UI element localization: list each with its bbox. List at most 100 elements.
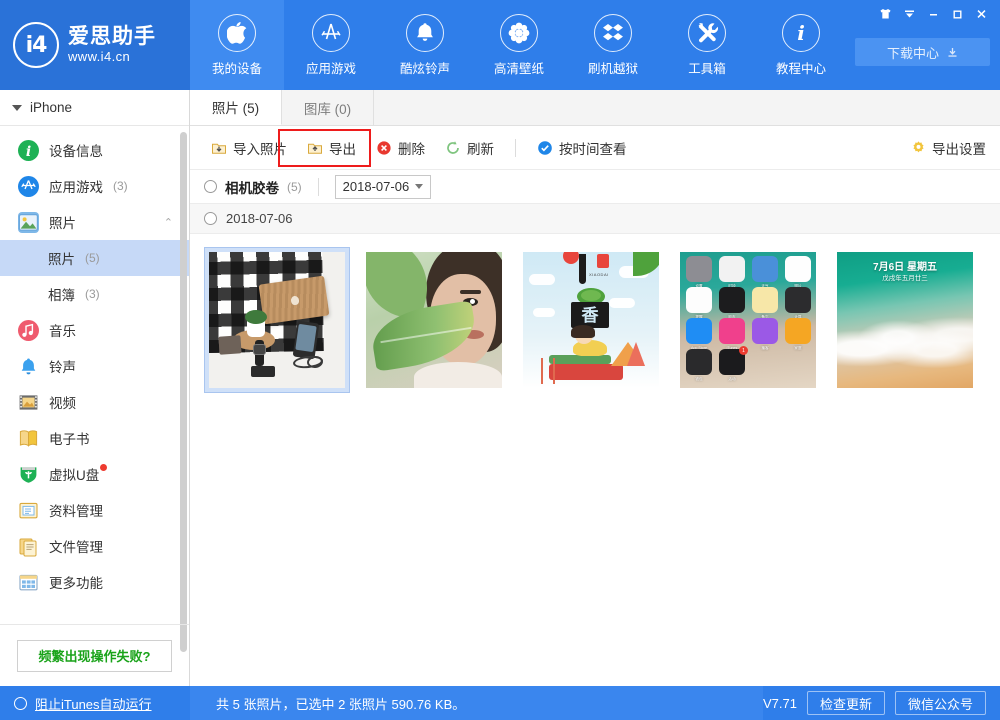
- svg-text:i: i: [797, 22, 805, 44]
- photo-thumbnail: XIAODAI 香: [523, 252, 659, 388]
- ios-app-icon-3: 照片: [785, 256, 811, 282]
- ios-app-caption: 钱包: [686, 377, 712, 382]
- brand-text: 爱思助手 www.i4.cn: [68, 25, 156, 64]
- import-photos-button[interactable]: 导入照片: [202, 133, 296, 163]
- date-group-radio[interactable]: [204, 212, 217, 225]
- ios-app-badge: 1: [739, 346, 748, 355]
- refresh-button[interactable]: 刷新: [436, 133, 503, 163]
- export-button[interactable]: 导出: [298, 133, 365, 163]
- top-nav-label: 应用游戏: [306, 58, 356, 77]
- ios-app-icon-9: iTunes: [719, 318, 745, 344]
- skin-icon[interactable]: [874, 4, 896, 24]
- app-window: i4 爱思助手 www.i4.cn 我的设备应用游戏 酷炫铃声高清壁纸刷机越狱工具…: [0, 0, 1000, 720]
- brand-logo-area: i4 爱思助手 www.i4.cn: [0, 0, 190, 90]
- ios-app-icon-2: 天气: [752, 256, 778, 282]
- sidebar-item-8[interactable]: 电子书: [0, 420, 189, 456]
- status-summary: 共 5 张照片，已选中 2 张照片 590.76 KB。: [190, 686, 763, 720]
- sidebar-item-0[interactable]: i设备信息: [0, 132, 189, 168]
- delete-button[interactable]: 删除: [367, 133, 434, 163]
- sidebar-item-7[interactable]: 视频: [0, 384, 189, 420]
- photo-cell-desk-flatlay[interactable]: [204, 247, 350, 393]
- book-icon: [18, 428, 39, 449]
- top-nav-item-4[interactable]: 刷机越狱: [566, 0, 660, 90]
- top-nav-item-6[interactable]: i 教程中心: [754, 0, 848, 90]
- sidebar-item-label: 资料管理: [49, 500, 103, 520]
- photo-cell-ios-beach-wallpaper[interactable]: 7月6日 星期五 戊戌年五月廿三: [832, 247, 978, 393]
- view-by-time-button[interactable]: 按时间查看: [528, 133, 636, 163]
- ios-app-icon-13: 活动1: [719, 349, 745, 375]
- photo-thumbnail: [209, 252, 345, 388]
- device-header[interactable]: iPhone: [0, 90, 189, 126]
- photo-cell-girl-with-leaf[interactable]: [361, 247, 507, 393]
- close-icon[interactable]: [970, 4, 992, 24]
- sidebar-item-10[interactable]: 资料管理: [0, 492, 189, 528]
- delete-label: 删除: [398, 138, 425, 158]
- grid-more-icon: [18, 572, 39, 593]
- photo5-lunar-text: 戊戌年五月廿三: [837, 272, 973, 282]
- sidebar-item-2[interactable]: 照片⌃: [0, 204, 189, 240]
- sidebar-item-3[interactable]: 照片(5): [0, 240, 189, 276]
- top-nav-item-3[interactable]: 高清壁纸: [472, 0, 566, 90]
- date-group-label: 2018-07-06: [226, 211, 293, 226]
- sidebar-footer: 频繁出现操作失败?: [0, 624, 189, 686]
- ios-app-caption: 活动: [719, 377, 745, 382]
- download-center-button[interactable]: 下载中心: [855, 38, 990, 66]
- sidebar-item-label: 照片: [48, 248, 75, 268]
- ringtone-icon: [18, 356, 39, 377]
- top-nav: 我的设备应用游戏 酷炫铃声高清壁纸刷机越狱工具箱 i 教程中心: [190, 0, 848, 90]
- sidebar-nav-list: i设备信息应用游戏(3)照片⌃照片(5)相簿(3)音乐铃声视频电子书虚拟U盘资料…: [0, 126, 189, 641]
- sidebar-item-9[interactable]: 虚拟U盘: [0, 456, 189, 492]
- sidebar-item-label: 电子书: [49, 428, 90, 448]
- photo-cell-ios-home-screen[interactable]: 设置时钟天气照片提醒股市备忘计算App StoreiTunes播客家庭钱包活动1: [675, 247, 821, 393]
- sidebar-item-label: 虚拟U盘: [49, 464, 99, 484]
- wechat-button[interactable]: 微信公众号: [895, 691, 986, 715]
- top-bar: i4 爱思助手 www.i4.cn 我的设备应用游戏 酷炫铃声高清壁纸刷机越狱工具…: [0, 0, 1000, 90]
- top-nav-item-1[interactable]: 应用游戏: [284, 0, 378, 90]
- tab-1[interactable]: 图库 (0): [282, 90, 374, 125]
- top-nav-item-2[interactable]: 酷炫铃声: [378, 0, 472, 90]
- camera-roll-label: 相机胶卷: [225, 177, 279, 197]
- device-name: iPhone: [30, 100, 72, 115]
- sidebar-item-6[interactable]: 铃声: [0, 348, 189, 384]
- top-nav-label: 教程中心: [776, 58, 826, 77]
- sidebar-item-11[interactable]: 文件管理: [0, 528, 189, 564]
- photo-cell-summer-illustration[interactable]: XIAODAI 香: [518, 247, 664, 393]
- date-select[interactable]: 2018-07-06: [335, 175, 431, 199]
- camera-roll-count: (5): [287, 180, 302, 194]
- radio-icon[interactable]: [14, 697, 27, 710]
- brand-name: 爱思助手: [68, 25, 156, 49]
- help-button[interactable]: 频繁出现操作失败?: [17, 640, 172, 672]
- toolbar-divider: [515, 139, 516, 157]
- export-settings-button[interactable]: 导出设置: [911, 138, 986, 158]
- music-icon: [18, 320, 39, 341]
- download-center-label: 下载中心: [887, 43, 939, 62]
- tab-0[interactable]: 照片 (5): [190, 90, 282, 125]
- svg-text:i: i: [26, 144, 31, 160]
- check-update-button[interactable]: 检查更新: [807, 691, 885, 715]
- chevron-up-icon[interactable]: ⌃: [164, 216, 173, 229]
- top-nav-item-0[interactable]: 我的设备: [190, 0, 284, 90]
- ios-app-icon-1: 时钟: [719, 256, 745, 282]
- top-nav-item-5[interactable]: 工具箱: [660, 0, 754, 90]
- sidebar-item-count: (3): [113, 179, 128, 193]
- menu-dropdown-icon[interactable]: [898, 4, 920, 24]
- sidebar-item-12[interactable]: 更多功能: [0, 564, 189, 600]
- import-photos-label: 导入照片: [233, 138, 287, 158]
- window-controls: [874, 4, 992, 24]
- sidebar-item-4[interactable]: 相簿(3): [0, 276, 189, 312]
- refresh-icon: [445, 140, 461, 156]
- sidebar-item-5[interactable]: 音乐: [0, 312, 189, 348]
- camera-roll-radio[interactable]: [204, 180, 217, 193]
- minimize-icon[interactable]: [922, 4, 944, 24]
- photo-thumbnail: 7月6日 星期五 戊戌年五月廿三: [837, 252, 973, 388]
- version-label: V7.71: [763, 696, 797, 711]
- ios-app-icon-0: 设置: [686, 256, 712, 282]
- sidebar-scrollbar[interactable]: [180, 132, 187, 652]
- new-badge-dot: [100, 464, 107, 471]
- appstore-icon: [312, 14, 350, 52]
- maximize-icon[interactable]: [946, 4, 968, 24]
- ios-app-icon-4: 提醒: [686, 287, 712, 313]
- itunes-block-toggle[interactable]: 阻止iTunes自动运行: [0, 686, 190, 720]
- brand-url: www.i4.cn: [68, 50, 156, 65]
- sidebar-item-1[interactable]: 应用游戏(3): [0, 168, 189, 204]
